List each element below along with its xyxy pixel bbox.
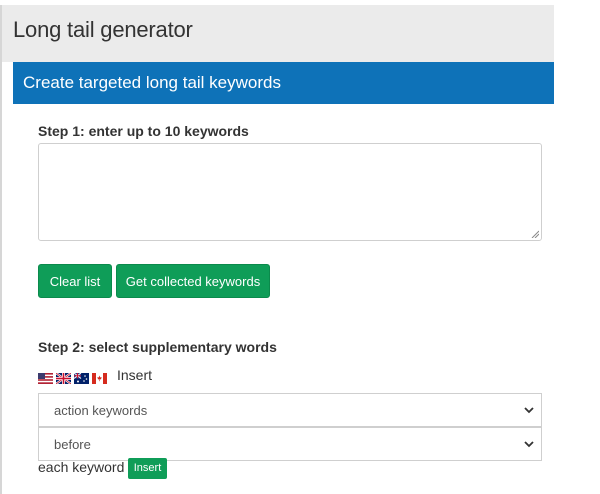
keyword-type-value: action keywords [54, 403, 148, 418]
keyword-type-select[interactable]: action keywords [38, 393, 542, 427]
page-title: Long tail generator [13, 17, 193, 42]
left-rule [0, 5, 2, 494]
uk-flag-icon[interactable] [56, 372, 71, 384]
au-flag-icon[interactable] [74, 372, 89, 384]
card-header: Create targeted long tail keywords [13, 62, 554, 104]
get-collected-keywords-button[interactable]: Get collected keywords [116, 264, 270, 298]
insert-button[interactable]: Insert [128, 458, 167, 479]
us-flag-icon[interactable] [38, 372, 53, 384]
card-title: Create targeted long tail keywords [23, 73, 281, 92]
step2-label: Step 2: select supplementary words [38, 339, 277, 355]
resize-grip-icon[interactable] [531, 230, 539, 238]
chevron-down-icon [524, 407, 534, 414]
chevron-down-icon [524, 441, 534, 448]
step1-label: Step 1: enter up to 10 keywords [38, 123, 249, 139]
position-select[interactable]: before [38, 427, 542, 461]
keywords-card: Create targeted long tail keywords Step … [13, 62, 554, 494]
generator-panel: Long tail generator Create targeted long… [0, 5, 554, 494]
insert-label: Insert [117, 367, 153, 383]
keywords-textarea[interactable] [38, 143, 542, 241]
position-value: before [54, 437, 91, 452]
clear-list-button[interactable]: Clear list [38, 264, 112, 298]
each-keyword-label: each keyword [38, 459, 125, 475]
ca-flag-icon[interactable] [92, 372, 107, 384]
language-flags [38, 372, 110, 384]
